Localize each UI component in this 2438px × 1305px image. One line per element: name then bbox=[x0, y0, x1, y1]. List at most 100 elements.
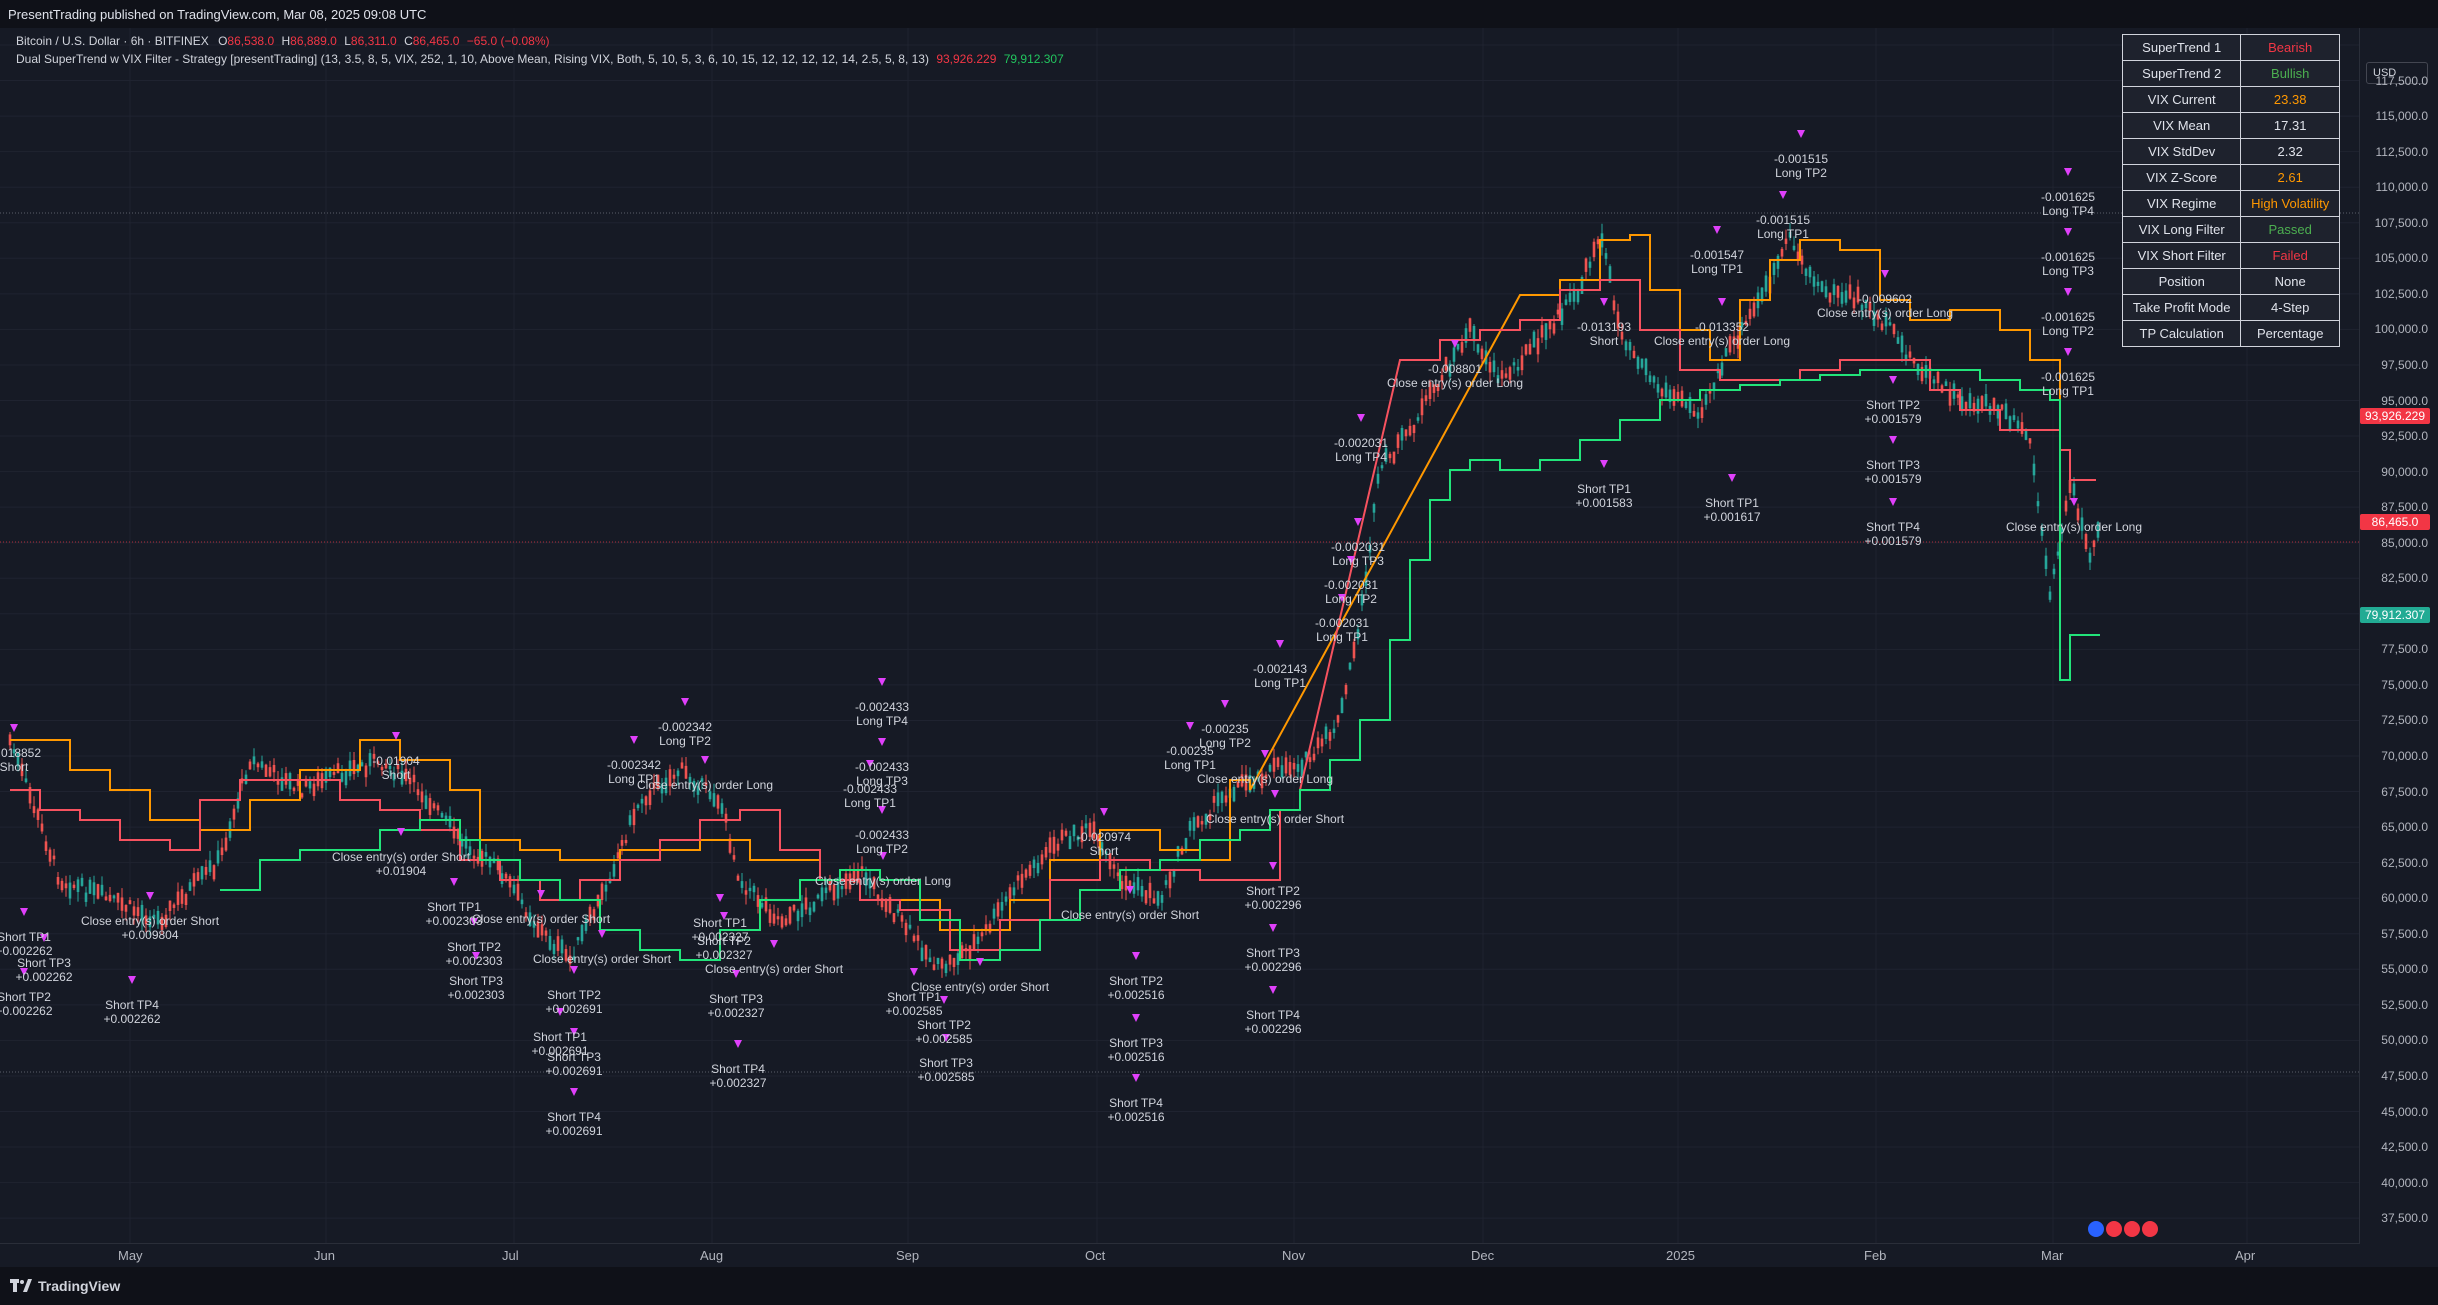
trade-annotation: Short TP4 +0.002327 bbox=[709, 1062, 766, 1090]
price-chart[interactable] bbox=[0, 0, 2360, 1243]
trade-annotation-line: Short TP2 bbox=[1866, 398, 1920, 412]
trade-annotation: -0.008801 Close entry(s) order Long bbox=[1387, 362, 1523, 390]
candle-body bbox=[624, 839, 628, 844]
status-row: Take Profit Mode 4-Step bbox=[2121, 294, 2340, 321]
lightning-icon[interactable] bbox=[2088, 1221, 2104, 1237]
trade-annotation-line: -0.00235 bbox=[1201, 722, 1249, 736]
status-value: 2.61 bbox=[2240, 164, 2340, 191]
trade-annotation-line: Close entry(s) order Short bbox=[704, 962, 844, 976]
candle-body bbox=[1804, 268, 1808, 276]
candle-body bbox=[1064, 830, 1068, 836]
candle-body bbox=[1216, 792, 1220, 807]
candle-body bbox=[900, 915, 904, 922]
candle-body bbox=[520, 899, 524, 905]
us-flag-icon[interactable] bbox=[2106, 1221, 2122, 1237]
candle-body bbox=[1476, 344, 1480, 353]
candle-body bbox=[2008, 416, 2012, 430]
candle-body bbox=[1816, 281, 1820, 286]
candle-body bbox=[804, 897, 808, 910]
trade-annotation: -0.002143 Long TP1 bbox=[1253, 662, 1307, 690]
candle-body bbox=[2032, 463, 2036, 476]
trade-annotation-line: Long TP1 bbox=[1254, 676, 1306, 690]
candle-body bbox=[948, 954, 952, 965]
trade-marker-arrow bbox=[397, 828, 405, 836]
candle-body bbox=[1592, 241, 1596, 258]
candle-body bbox=[1320, 738, 1324, 747]
trade-annotation: Short TP3 +0.002296 bbox=[1244, 946, 1301, 974]
us-flag-icon[interactable] bbox=[2142, 1221, 2158, 1237]
candle-body bbox=[116, 892, 120, 903]
trade-annotation-line: Short TP4 bbox=[1109, 1096, 1163, 1110]
trade-marker-arrow bbox=[1132, 1074, 1140, 1082]
trade-marker-arrow bbox=[630, 736, 638, 744]
trade-annotation: Close entry(s) order Short bbox=[1061, 908, 1199, 922]
candle-body bbox=[1700, 407, 1704, 419]
time-tick: Oct bbox=[1085, 1248, 1106, 1263]
candle-body bbox=[176, 891, 180, 905]
candle-body bbox=[644, 796, 648, 806]
candle-body bbox=[756, 895, 760, 907]
event-flags[interactable] bbox=[2088, 1221, 2158, 1237]
price-tick: 85,000.0 bbox=[2381, 535, 2428, 550]
candle-body bbox=[604, 884, 608, 892]
trade-annotation: -0.018852Short bbox=[0, 746, 41, 774]
trade-marker-arrow bbox=[1132, 1014, 1140, 1022]
trade-annotation-line: Short TP2 bbox=[0, 990, 51, 1004]
price-tick: 105,000.0 bbox=[2374, 251, 2428, 266]
trade-annotation-line: Short TP4 bbox=[1246, 1008, 1300, 1022]
candle-body bbox=[1416, 417, 1420, 421]
us-flag-icon[interactable] bbox=[2124, 1221, 2140, 1237]
candle-body bbox=[436, 805, 440, 811]
trade-marker-arrow bbox=[976, 958, 984, 966]
candle-body bbox=[1352, 641, 1356, 659]
candle-body bbox=[1420, 398, 1424, 416]
candle-body bbox=[1584, 258, 1588, 272]
candle-body bbox=[108, 894, 112, 902]
candle-body bbox=[464, 836, 468, 849]
status-value: Bullish bbox=[2240, 60, 2340, 87]
candle-body bbox=[1664, 382, 1668, 398]
trade-annotation-line: Close entry(s) order Long bbox=[1196, 772, 1334, 786]
candle-body bbox=[1896, 337, 1900, 344]
trade-annotation-line: -0.001547 bbox=[1689, 248, 1745, 262]
trade-annotation-line: +0.002262 bbox=[103, 1012, 161, 1026]
trade-marker-arrow bbox=[1728, 474, 1736, 482]
trade-marker-arrow bbox=[681, 698, 689, 706]
candle-body bbox=[2088, 552, 2092, 563]
candle-body bbox=[184, 894, 188, 905]
candle-body bbox=[876, 894, 880, 900]
symbol-label[interactable]: Bitcoin / U.S. Dollar · 6h · BITFINEX bbox=[16, 34, 209, 48]
candle-body bbox=[56, 876, 60, 885]
trade-marker-arrow bbox=[570, 1088, 578, 1096]
price-tag: 93,926.229 bbox=[2360, 407, 2430, 424]
candle-body bbox=[76, 879, 80, 893]
candle-body bbox=[1544, 323, 1548, 340]
tradingview-footer: TradingView bbox=[0, 1267, 2438, 1305]
trade-marker-arrow bbox=[1600, 298, 1608, 306]
trade-annotation: Short TP3 +0.001579 bbox=[1864, 458, 1921, 486]
candle-body bbox=[712, 793, 716, 807]
trade-annotation-line: Long TP1 bbox=[1164, 758, 1216, 772]
candle-body bbox=[272, 764, 276, 773]
candle-body bbox=[1336, 715, 1340, 723]
candle-body bbox=[60, 880, 64, 891]
strategy-label[interactable]: Dual SuperTrend w VIX Filter - Strategy … bbox=[16, 52, 929, 66]
status-value: 17.31 bbox=[2240, 112, 2340, 139]
candle-body bbox=[1084, 823, 1088, 829]
trade-annotation-line: Close entry(s) order Long bbox=[2005, 520, 2143, 534]
candle-body bbox=[1548, 320, 1552, 330]
price-tick: 40,000.0 bbox=[2381, 1175, 2428, 1190]
price-tick: 55,000.0 bbox=[2381, 962, 2428, 977]
price-tick: 97,500.0 bbox=[2381, 357, 2428, 372]
time-axis[interactable]: May Jun Jul Aug Sep Oct Nov Dec 2025 Feb Mar Apr bbox=[0, 1243, 2360, 1268]
candle-body bbox=[792, 904, 796, 911]
candle-body bbox=[1188, 820, 1192, 831]
candle-body bbox=[1472, 326, 1476, 342]
price-axis[interactable]: USD 117,500.0 115,000.0 112,500.0 110,000.0… bbox=[2359, 28, 2438, 1243]
status-row: Position None bbox=[2121, 268, 2340, 295]
trade-marker-arrow bbox=[1881, 270, 1889, 278]
trade-annotation: Close entry(s) order Short bbox=[533, 952, 671, 966]
time-tick: Aug bbox=[700, 1248, 724, 1263]
trade-annotation: Close entry(s) order Short bbox=[472, 912, 610, 926]
price-tick: 77,500.0 bbox=[2381, 642, 2428, 657]
